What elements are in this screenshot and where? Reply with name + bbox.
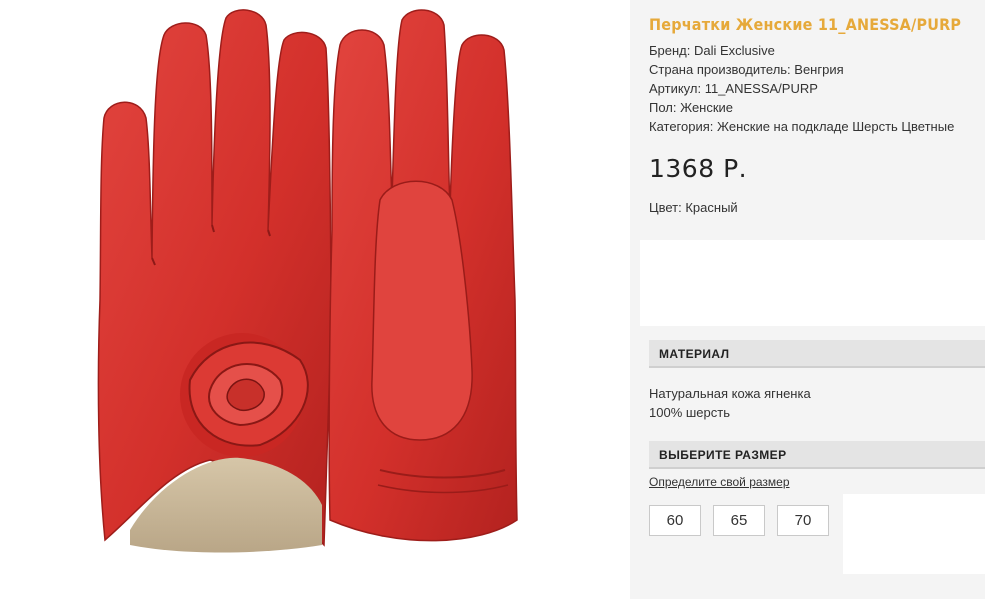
- meta-gender: Пол: Женские: [649, 100, 734, 115]
- red-gloves-illustration: [0, 0, 630, 599]
- right-glove: [328, 9, 518, 542]
- blank-area-bottom: [843, 494, 985, 574]
- size-option-70[interactable]: 70: [777, 505, 829, 536]
- product-meta: Бренд: Dali Exclusive Страна производите…: [649, 41, 954, 136]
- product-image[interactable]: [0, 0, 630, 599]
- meta-country: Страна производитель: Венгрия: [649, 62, 844, 77]
- product-title: Перчатки Женские 11_ANESSA/PURP: [649, 15, 962, 34]
- material-text: Натуральная кожа ягненка 100% шерсть: [649, 384, 811, 422]
- blank-area: [640, 240, 985, 326]
- material-line: Натуральная кожа ягненка: [649, 386, 811, 401]
- size-guide-link[interactable]: Определите свой размер: [649, 475, 790, 489]
- meta-brand: Бренд: Dali Exclusive: [649, 43, 775, 58]
- size-option-60[interactable]: 60: [649, 505, 701, 536]
- material-line: 100% шерсть: [649, 405, 730, 420]
- size-option-65[interactable]: 65: [713, 505, 765, 536]
- meta-category: Категория: Женские на подкладе Шерсть Цв…: [649, 119, 955, 134]
- product-price: 1368 Р.: [649, 154, 748, 183]
- meta-sku: Артикул: 11_ANESSA/PURP: [649, 81, 818, 96]
- material-heading: МАТЕРИАЛ: [649, 340, 985, 368]
- product-info-panel: Перчатки Женские 11_ANESSA/PURP Бренд: D…: [630, 0, 985, 599]
- size-heading: ВЫБЕРИТЕ РАЗМЕР: [649, 441, 985, 469]
- product-color: Цвет: Красный: [649, 200, 738, 215]
